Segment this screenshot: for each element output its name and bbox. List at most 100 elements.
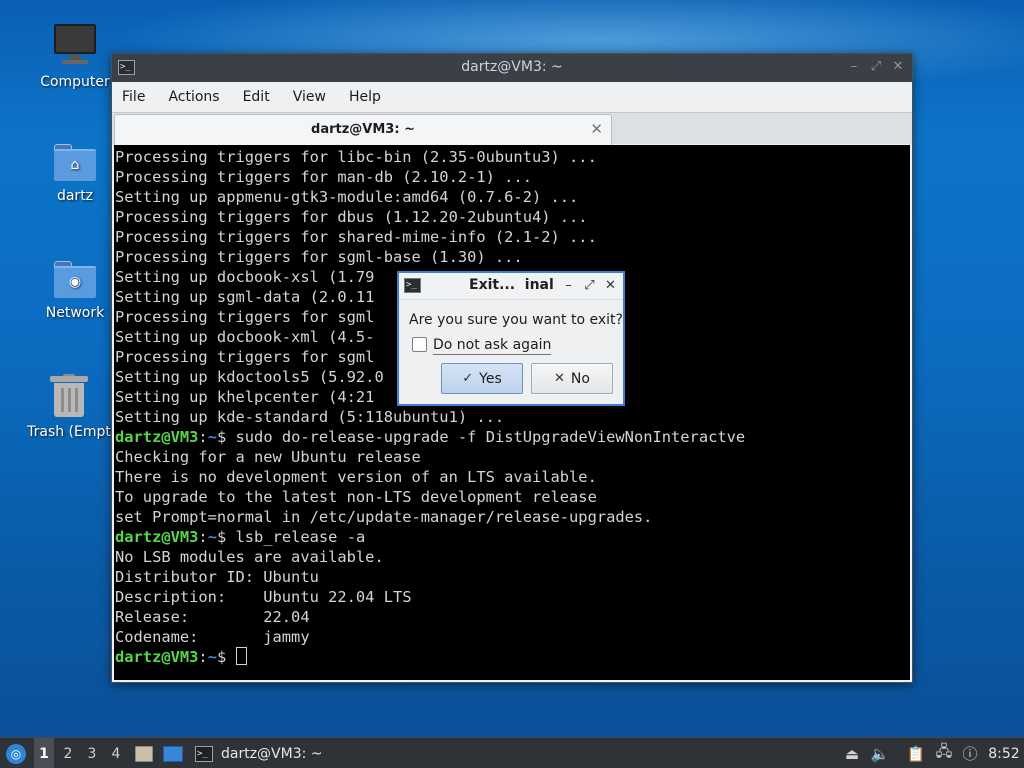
yes-button[interactable]: ✓ Yes (441, 363, 523, 394)
x-icon: ✕ (554, 371, 565, 386)
show-desktop-icon (163, 745, 183, 762)
dialog-maximize-button[interactable]: ⤢ (581, 277, 598, 294)
tray-clipboard[interactable]: 📋 (905, 738, 927, 768)
no-button[interactable]: ✕ No (531, 363, 613, 394)
check-icon: ✓ (462, 371, 474, 386)
prompt-user: dartz@VM3 (115, 428, 199, 446)
prompt-dollar: $ (216, 528, 236, 546)
clock[interactable]: 8:52 (984, 738, 1024, 768)
network-icon: 🖧 (935, 742, 953, 760)
menu-view[interactable]: View (293, 89, 326, 105)
prompt-separator: : (198, 528, 208, 546)
close-button[interactable]: ✕ (890, 58, 906, 76)
tray-volume[interactable]: 🔈 (869, 738, 891, 768)
tab-bar: dartz@VM3: ~ ✕ (112, 112, 912, 145)
home-folder-icon: ⌂ (54, 142, 96, 182)
prompt-line: dartz@VM3:~$ lsb_release -a (114, 527, 910, 547)
minimize-button[interactable]: – (846, 58, 862, 76)
terminal-line: To upgrade to the latest non-LTS develop… (115, 488, 597, 506)
window-title: dartz@VM3: ~ (461, 59, 563, 75)
exit-confirm-dialog: >_ Exit... inal – ⤢ ✕ Are you sure you w… (397, 271, 625, 406)
prompt-dollar: $ (216, 648, 236, 666)
terminal-line: Processing triggers for sgml-base (1.30)… (115, 248, 523, 266)
desktop-icon-label: dartz (56, 188, 94, 204)
terminal-line: Codename: jammy (115, 628, 310, 646)
terminal-line: Processing triggers for dbus (1.12.20-2u… (115, 208, 588, 226)
computer-icon (54, 24, 96, 68)
terminal-line: Distributor ID: Ubuntu (115, 568, 319, 586)
terminal-line: Description: Ubuntu 22.04 LTS (115, 588, 412, 606)
desktop-icon-home[interactable]: ⌂ dartz (29, 142, 121, 204)
terminal-output[interactable]: Processing triggers for libc-bin (2.35-0… (114, 145, 910, 680)
trash-icon (50, 374, 88, 418)
clipboard-icon: 📋 (906, 744, 926, 763)
volume-icon: 🔈 (870, 744, 890, 763)
terminal-line: Processing triggers for man-db (2.10.2-1… (115, 168, 532, 186)
terminal-line: There is no development version of an LT… (115, 468, 597, 486)
prompt-path: ~ (207, 648, 217, 666)
prompt-path: ~ (207, 528, 217, 546)
prompt-dollar: $ (216, 428, 236, 446)
task-label: dartz@VM3: ~ (221, 745, 323, 762)
desktop-icon-label: Trash (Empt (27, 424, 111, 440)
dialog-close-button[interactable]: ✕ (602, 277, 619, 294)
terminal-line: Setting up appmenu-gtk3-module:amd64 (0.… (115, 188, 579, 206)
do-not-ask-label[interactable]: Do not ask again (433, 337, 552, 355)
menu-actions[interactable]: Actions (168, 89, 219, 105)
dialog-titlebar[interactable]: >_ Exit... inal – ⤢ ✕ (399, 273, 623, 300)
prompt-line[interactable]: dartz@VM3:~$ (114, 647, 910, 667)
desktop-icon-network[interactable]: ◉ Network (29, 259, 121, 321)
prompt-separator: : (198, 648, 208, 666)
lubuntu-logo-icon: ◎ (6, 743, 26, 764)
show-desktop-button[interactable] (161, 738, 185, 768)
taskbar-task-terminal[interactable]: >_ dartz@VM3: ~ (191, 738, 406, 768)
terminal-line: Processing triggers for libc-bin (2.35-0… (115, 148, 597, 166)
tray-notification[interactable]: ⓘ (959, 738, 981, 768)
menu-bar: File Actions Edit View Help (112, 82, 912, 112)
yes-label: Yes (479, 370, 502, 387)
notification-icon: ⓘ (962, 745, 978, 763)
workspace-1[interactable]: 1 (34, 738, 54, 768)
terminal-line: Checking for a new Ubuntu release (115, 448, 421, 466)
prompt-user: dartz@VM3 (115, 528, 199, 546)
terminal-line: Setting up kde-standard (5:118ubuntu1) .… (115, 408, 505, 426)
menu-help[interactable]: Help (349, 89, 381, 105)
prompt-user: dartz@VM3 (115, 648, 199, 666)
do-not-ask-checkbox[interactable] (412, 337, 427, 352)
dialog-title: Exit... inal (469, 277, 554, 293)
desktop-icon-label: Network (45, 305, 105, 321)
menu-edit[interactable]: Edit (243, 89, 270, 105)
network-folder-icon: ◉ (54, 259, 96, 299)
text-cursor (235, 647, 247, 665)
terminal-line: Release: 22.04 (115, 608, 310, 626)
tab-terminal[interactable]: dartz@VM3: ~ ✕ (114, 114, 612, 145)
terminal-line: Processing triggers for shared-mime-info… (115, 228, 597, 246)
file-manager-launcher[interactable] (133, 738, 155, 768)
tray-network[interactable]: 🖧 (933, 738, 955, 768)
workspace-2[interactable]: 2 (58, 738, 78, 768)
terminal-icon: >_ (195, 745, 213, 762)
desktop-icon-computer[interactable]: Computer (29, 24, 121, 90)
terminal-line: No LSB modules are available. (115, 548, 384, 566)
window-titlebar[interactable]: >_ dartz@VM3: ~ – ⤢ ✕ (112, 54, 912, 82)
dialog-minimize-button[interactable]: – (560, 277, 577, 294)
workspace-4[interactable]: 4 (106, 738, 126, 768)
no-label: No (570, 370, 590, 387)
command-text: lsb_release -a (235, 528, 366, 546)
prompt-line: dartz@VM3:~$ sudo do-release-upgrade -f … (114, 427, 910, 447)
file-manager-icon (135, 745, 153, 762)
eject-icon: ⏏ (844, 744, 860, 763)
tray-update[interactable]: ⏏ (841, 738, 863, 768)
terminal-line: set Prompt=normal in /etc/update-manager… (115, 508, 653, 526)
prompt-separator: : (198, 428, 208, 446)
prompt-path: ~ (207, 428, 217, 446)
menu-file[interactable]: File (122, 89, 145, 105)
start-menu-button[interactable]: ◎ (4, 738, 28, 768)
desktop-icon-label: Computer (40, 74, 110, 90)
dialog-message: Are you sure you want to exit? (409, 312, 623, 328)
workspace-3[interactable]: 3 (82, 738, 102, 768)
desktop-icon-trash[interactable]: Trash (Empt (27, 374, 111, 440)
maximize-button[interactable]: ⤢ (868, 58, 884, 76)
command-text: sudo do-release-upgrade -f DistUpgradeVi… (235, 428, 746, 446)
tab-close-icon[interactable]: ✕ (590, 120, 603, 138)
